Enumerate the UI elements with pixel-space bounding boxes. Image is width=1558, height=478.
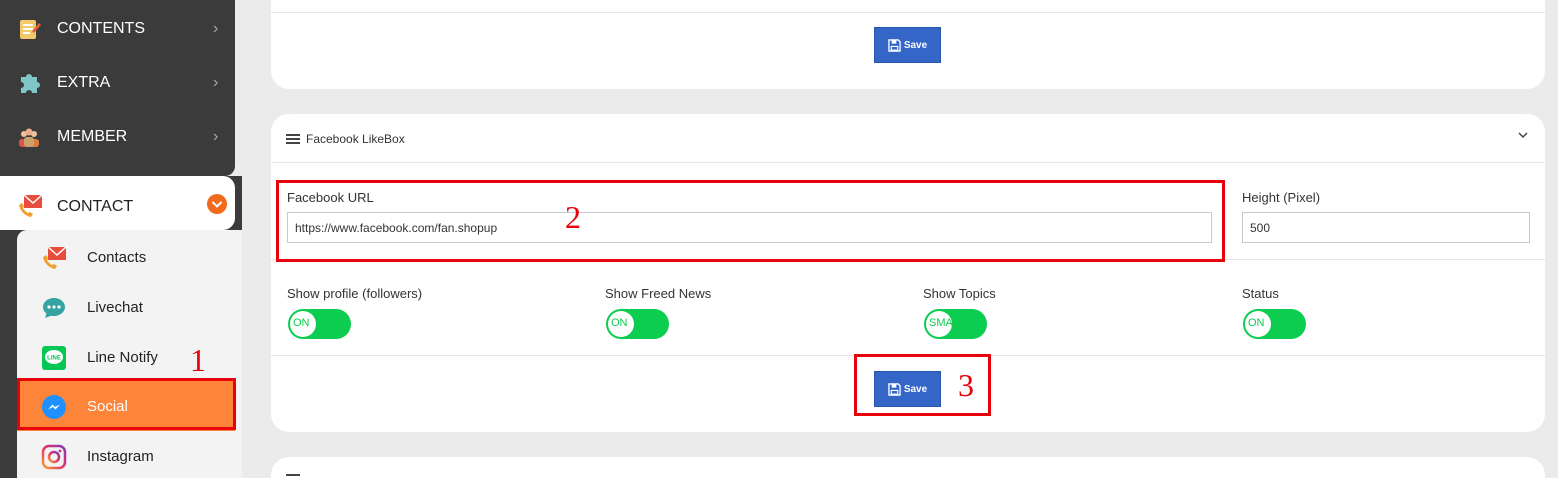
settings-card-next	[271, 457, 1545, 478]
menu-icon	[286, 474, 300, 478]
member-icon	[17, 125, 41, 149]
chevron-right-icon: ›	[213, 128, 219, 145]
save-button-label: Save	[903, 39, 928, 51]
divider	[271, 12, 1545, 13]
save-button[interactable]: Save	[874, 27, 941, 63]
line-icon: LINE	[41, 345, 67, 371]
toggle-label: Show Topics	[923, 286, 996, 301]
show-profile-toggle[interactable]: ON	[288, 309, 351, 339]
chevron-right-icon: ›	[213, 74, 219, 91]
sidebar-subitem-label: Livechat	[87, 299, 143, 316]
sidebar-item-extra[interactable]: EXTRA ›	[0, 56, 235, 110]
chevron-down-icon[interactable]	[207, 194, 227, 219]
sidebar-subitem-instagram[interactable]: Instagram	[17, 431, 235, 478]
card-header: Facebook LikeBox	[286, 132, 405, 146]
height-input[interactable]	[1242, 212, 1530, 243]
chevron-down-icon[interactable]	[1517, 128, 1529, 144]
toggle-label: Show Freed News	[605, 286, 712, 301]
sidebar-subitem-label: Contacts	[87, 249, 147, 266]
livechat-icon	[41, 295, 67, 321]
show-news-toggle[interactable]: ON	[606, 309, 669, 339]
contacts-icon	[41, 245, 67, 271]
sidebar-subitem-livechat[interactable]: Livechat	[17, 282, 235, 332]
sidebar-subitem-label: Line Notify	[87, 349, 158, 366]
sidebar-item-contact[interactable]: CONTACT	[0, 176, 235, 230]
annotation-number-3: 3	[958, 367, 974, 403]
sidebar-item-label: CONTENTS	[57, 20, 145, 37]
menu-icon	[286, 134, 300, 144]
annotation-box-2	[276, 180, 1225, 262]
card-title: Facebook LikeBox	[306, 132, 405, 146]
divider	[271, 162, 1545, 163]
puzzle-icon	[17, 71, 41, 95]
toggle-label: Status	[1242, 286, 1279, 301]
settings-card-top: Save	[271, 0, 1545, 89]
sidebar-item-member[interactable]: MEMBER ›	[0, 110, 235, 164]
height-label: Height (Pixel)	[1242, 190, 1321, 205]
sidebar-subitem-contacts[interactable]: Contacts	[17, 232, 235, 282]
sidebar-item-label: CONTACT	[57, 198, 134, 215]
floppy-disk-icon	[888, 38, 901, 52]
toggle-label: Show profile (followers)	[287, 286, 423, 301]
toggle-state: ON	[611, 317, 628, 329]
toggle-state: SMALL	[929, 317, 966, 329]
sidebar-subitem-label: Instagram	[87, 448, 154, 465]
sidebar-item-contents[interactable]: CONTENTS ›	[0, 2, 235, 56]
toggle-state: ON	[1248, 317, 1265, 329]
show-topics-toggle[interactable]: SMALL	[924, 309, 987, 339]
sidebar: CONTENTS › EXTRA › MEMBER ›	[0, 0, 235, 176]
contact-icon	[17, 193, 43, 219]
sidebar-item-label: MEMBER	[57, 128, 128, 145]
annotation-number-2: 2	[565, 199, 581, 235]
sidebar-item-label: EXTRA	[57, 74, 111, 91]
contents-icon	[17, 17, 41, 41]
annotation-box-1	[17, 378, 236, 430]
instagram-icon	[41, 444, 67, 470]
svg-text:LINE: LINE	[47, 356, 61, 362]
annotation-number-1: 1	[190, 342, 206, 378]
chevron-right-icon: ›	[213, 20, 219, 37]
status-toggle[interactable]: ON	[1243, 309, 1306, 339]
toggle-state: ON	[293, 317, 310, 329]
